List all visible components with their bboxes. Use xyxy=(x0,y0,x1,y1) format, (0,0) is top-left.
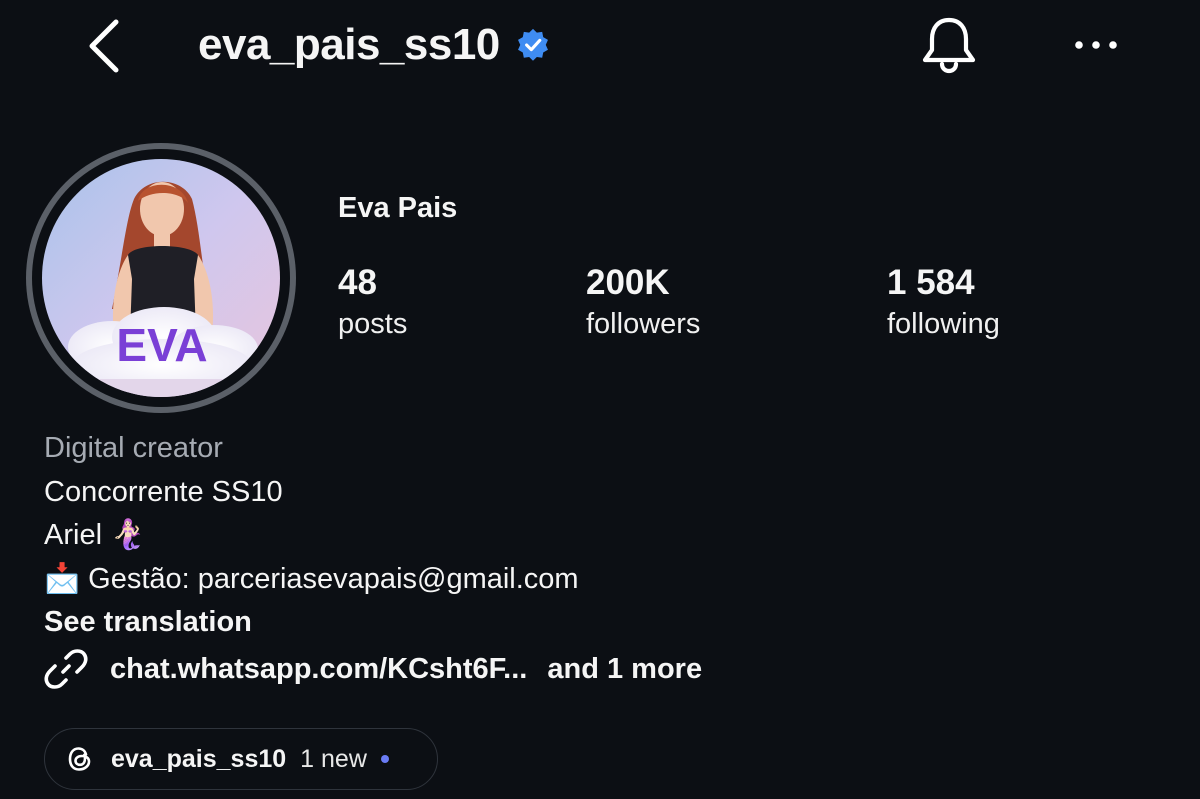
bio-category: Digital creator xyxy=(44,432,223,464)
stat-posts[interactable]: 48 posts xyxy=(338,262,407,344)
more-horizontal-icon xyxy=(1075,41,1117,49)
bio: Digital creator Concorrente SS10 Ariel 🧜… xyxy=(44,427,1164,645)
notifications-button[interactable] xyxy=(918,14,980,76)
stat-following[interactable]: 1 584 following xyxy=(887,262,1000,344)
threads-icon xyxy=(68,747,91,771)
external-link[interactable]: chat.whatsapp.com/KCsht6F... xyxy=(110,653,527,686)
stat-posts-value: 48 xyxy=(338,263,377,302)
external-link-row: chat.whatsapp.com/KCsht6F... and 1 more xyxy=(44,646,702,692)
bell-icon xyxy=(922,17,976,74)
threads-badge[interactable]: eva_pais_ss10 1 new xyxy=(44,728,438,790)
stat-posts-label: posts xyxy=(338,308,408,340)
verified-badge-icon xyxy=(517,28,548,61)
display-name: Eva Pais xyxy=(338,192,458,224)
threads-username: eva_pais_ss10 xyxy=(111,744,287,773)
link-icon xyxy=(44,649,88,689)
stat-followers-label: followers xyxy=(586,308,701,340)
bio-line: Ariel 🧜🏻‍♀️ xyxy=(44,519,147,551)
stat-following-label: following xyxy=(887,308,1000,340)
avatar[interactable]: EVA xyxy=(42,159,280,397)
stat-followers[interactable]: 200K followers xyxy=(586,262,700,344)
avatar-text: EVA xyxy=(116,319,207,371)
new-indicator-dot xyxy=(380,755,389,763)
avatar-image: EVA xyxy=(42,159,280,397)
avatar-ring[interactable]: EVA xyxy=(26,143,296,413)
see-translation-link[interactable]: See translation xyxy=(44,601,1164,645)
username-row: eva_pais_ss10 xyxy=(198,20,550,70)
back-button[interactable] xyxy=(82,18,126,74)
threads-new-count: 1 new xyxy=(300,744,367,773)
more-options-button[interactable] xyxy=(1070,30,1122,60)
stat-following-value: 1 584 xyxy=(887,263,975,302)
top-bar: eva_pais_ss10 xyxy=(0,0,1200,100)
header-username: eva_pais_ss10 xyxy=(198,20,500,69)
more-links-button[interactable]: and 1 more xyxy=(547,653,702,686)
bio-line: 📩 Gestão: parceriasevapais@gmail.com xyxy=(44,562,579,595)
chevron-left-icon xyxy=(89,19,119,73)
bio-line: Concorrente SS10 xyxy=(44,475,283,508)
stat-followers-value: 200K xyxy=(586,263,670,302)
